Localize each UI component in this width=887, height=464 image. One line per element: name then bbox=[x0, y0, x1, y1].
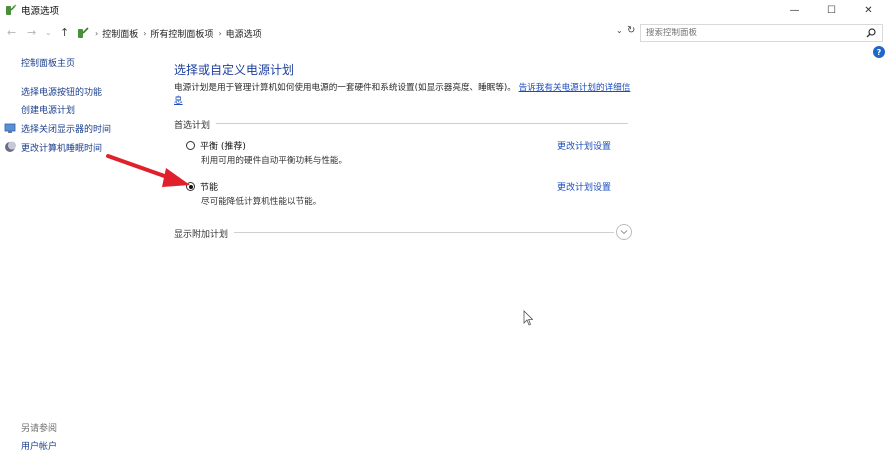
user-accounts-link[interactable]: 用户帐户 bbox=[21, 439, 57, 452]
section-divider bbox=[174, 123, 628, 124]
breadcrumb-power-options[interactable]: 电源选项 bbox=[226, 27, 262, 40]
search-input[interactable] bbox=[646, 28, 856, 38]
refresh-icon[interactable]: ↻ bbox=[627, 25, 635, 36]
see-also-heading: 另请参阅 bbox=[21, 424, 58, 434]
description-text: 电源计划是用于管理计算机如何使用电源的一套硬件和系统设置(如显示器亮度、睡眠等)… bbox=[174, 83, 516, 93]
search-icon[interactable] bbox=[866, 28, 876, 38]
moon-icon bbox=[5, 141, 16, 152]
mouse-cursor-icon bbox=[523, 310, 533, 326]
plan-name: 节能 bbox=[200, 183, 219, 193]
page-description: 电源计划是用于管理计算机如何使用电源的一套硬件和系统设置(如显示器亮度、睡眠等)… bbox=[174, 82, 634, 108]
forward-arrow-icon[interactable]: → bbox=[27, 26, 36, 39]
maximize-button[interactable]: ☐ bbox=[813, 0, 850, 20]
plan-description: 尽可能降低计算机性能以节能。 bbox=[201, 197, 322, 207]
breadcrumb-separator: › bbox=[143, 28, 147, 38]
help-icon[interactable]: ? bbox=[873, 46, 885, 58]
annotation-arrow-icon bbox=[106, 154, 190, 187]
page-title: 选择或自定义电源计划 bbox=[174, 63, 295, 77]
monitor-icon bbox=[4, 123, 16, 133]
chevron-down-icon bbox=[620, 230, 628, 235]
sidebar-control-panel-home[interactable]: 控制面板主页 bbox=[21, 56, 75, 69]
sidebar-item-sleep-time[interactable]: 更改计算机睡眠时间 bbox=[21, 141, 102, 154]
sidebar-item-power-buttons[interactable]: 选择电源按钮的功能 bbox=[21, 85, 102, 98]
search-box[interactable] bbox=[640, 24, 883, 42]
navigation-bar: ← → ⌄ ↑ › 控制面板 › 所有控制面板项 › 电源选项 ⌄ ↻ bbox=[0, 22, 887, 44]
show-additional-plans-label[interactable]: 显示附加计划 bbox=[174, 227, 235, 240]
back-arrow-icon[interactable]: ← bbox=[7, 26, 16, 39]
plan-name: 平衡 (推荐) bbox=[200, 142, 246, 152]
change-plan-settings-link[interactable]: 更改计划设置 bbox=[557, 139, 611, 152]
plan-description: 利用可用的硬件自动平衡功耗与性能。 bbox=[201, 156, 348, 166]
power-options-icon bbox=[6, 4, 17, 15]
up-arrow-icon[interactable]: ↑ bbox=[60, 26, 69, 39]
address-dropdown-icon[interactable]: ⌄ bbox=[616, 26, 623, 35]
title-bar: 电源选项 — ☐ ✕ bbox=[0, 0, 887, 20]
address-bar[interactable]: › 控制面板 › 所有控制面板项 › 电源选项 ⌄ ↻ bbox=[76, 24, 636, 42]
expand-additional-plans-button[interactable] bbox=[616, 224, 632, 240]
breadcrumb-control-panel[interactable]: 控制面板 bbox=[102, 27, 138, 40]
sidebar-item-create-plan[interactable]: 创建电源计划 bbox=[21, 103, 75, 116]
window-title: 电源选项 bbox=[21, 6, 60, 17]
section-divider bbox=[174, 232, 614, 233]
recent-dropdown-icon[interactable]: ⌄ bbox=[45, 28, 52, 37]
control-panel-icon bbox=[78, 27, 89, 38]
preferred-plans-label: 首选计划 bbox=[174, 118, 217, 131]
breadcrumb-separator: › bbox=[218, 28, 222, 38]
breadcrumb-separator: › bbox=[95, 28, 99, 38]
sidebar-item-display-off[interactable]: 选择关闭显示器的时间 bbox=[21, 122, 111, 135]
change-plan-settings-link[interactable]: 更改计划设置 bbox=[557, 180, 611, 193]
minimize-button[interactable]: — bbox=[776, 0, 813, 20]
close-button[interactable]: ✕ bbox=[850, 0, 887, 20]
breadcrumb-all-items[interactable]: 所有控制面板项 bbox=[150, 27, 213, 40]
